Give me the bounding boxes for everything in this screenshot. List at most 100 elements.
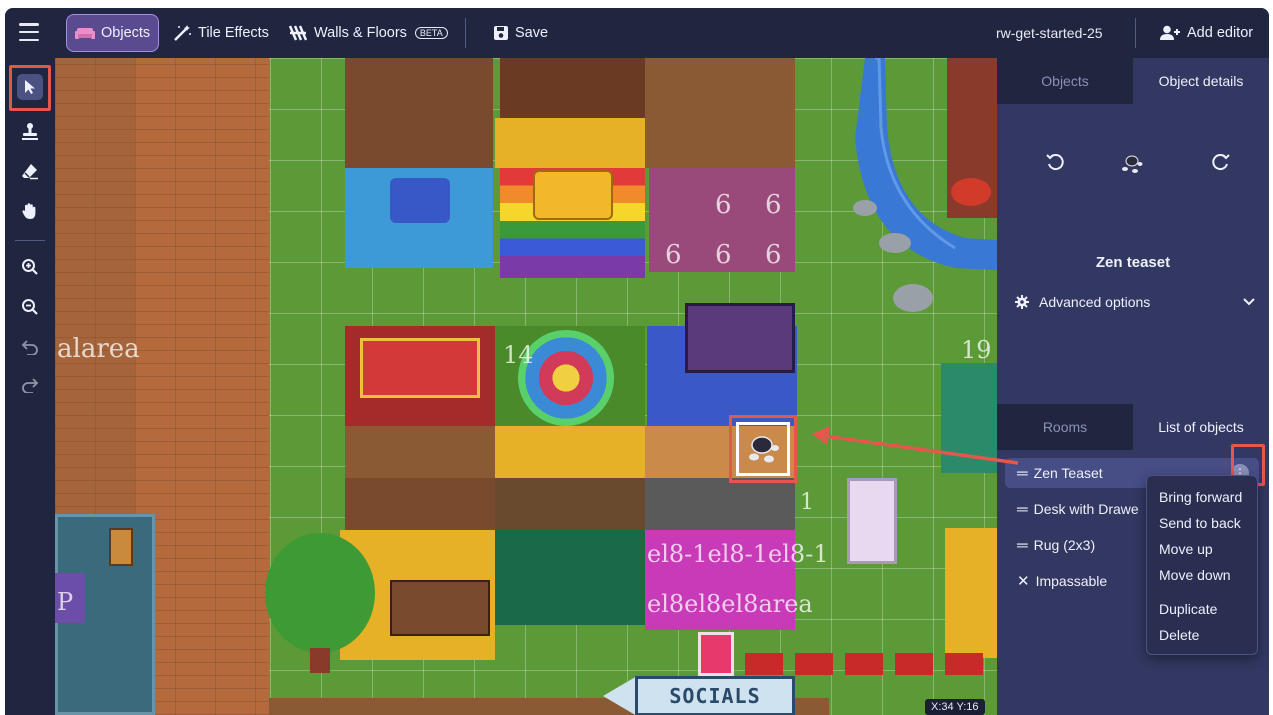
stamp-icon	[22, 123, 38, 140]
walls-floors-icon	[288, 25, 308, 41]
zoom-in-tool[interactable]	[17, 254, 43, 280]
objects-label: Objects	[101, 25, 151, 41]
green-rug-right	[941, 363, 997, 473]
object-preview	[1119, 152, 1145, 180]
top-toolbar: Objects Tile Effects Walls & Floors BETA…	[5, 8, 1269, 58]
object-details-panel: Zen teaset Advanced options	[997, 104, 1269, 404]
hamburger-menu-icon[interactable]	[19, 23, 39, 41]
select-tool[interactable]	[17, 74, 43, 100]
panel-tabs: Objects Object details	[997, 58, 1269, 104]
stamp-tool[interactable]	[17, 118, 43, 144]
rotate-left-icon	[1046, 154, 1064, 171]
objects-tab-button[interactable]: Objects	[66, 14, 160, 52]
label-18-row2: el8el8el8area	[647, 590, 813, 618]
add-user-icon	[1160, 25, 1180, 40]
pan-tool[interactable]	[17, 198, 43, 224]
zen-teaset-object[interactable]	[745, 430, 781, 466]
zoom-in-icon	[22, 259, 38, 275]
eraser-tool[interactable]	[17, 158, 43, 184]
tree-trunk	[310, 648, 330, 673]
tool-divider	[15, 240, 45, 241]
yellow-sofa	[533, 170, 613, 220]
tab-rooms[interactable]: Rooms	[997, 404, 1133, 450]
parking-sign	[698, 632, 734, 676]
undo-tool[interactable]	[17, 334, 43, 360]
left-toolbar	[5, 58, 55, 715]
add-editor-label: Add editor	[1187, 25, 1254, 41]
add-editor-button[interactable]: Add editor	[1151, 14, 1261, 52]
magic-wand-icon	[174, 25, 191, 41]
room-name: rw-get-started-25	[996, 25, 1103, 41]
desk-row-e	[495, 478, 645, 530]
zoom-out-tool[interactable]	[17, 294, 43, 320]
tree-canopy	[265, 533, 375, 653]
menu-item-duplicate[interactable]: Duplicate	[1159, 601, 1217, 617]
object-title: Zen teaset	[1095, 254, 1171, 271]
rotate-left-button[interactable]	[1045, 152, 1065, 178]
tile-effects-label: Tile Effects	[198, 25, 269, 41]
red-carpet	[360, 338, 480, 398]
drag-handle-icon: ═	[1017, 464, 1028, 482]
menu-item-bring-forward[interactable]: Bring forward	[1159, 489, 1242, 505]
app-window: Objects Tile Effects Walls & Floors BETA…	[5, 8, 1269, 715]
label-18-row1: el8-1el8-1el8-1	[647, 540, 829, 568]
sofa-icon	[75, 28, 95, 39]
menu-item-move-down[interactable]: Move down	[1159, 567, 1231, 583]
redo-icon	[22, 378, 39, 393]
shelf-top	[500, 58, 645, 118]
green-rug-lower	[495, 530, 645, 625]
zone-number-19: 19	[961, 336, 992, 364]
zone-number-14: 14	[503, 341, 534, 369]
red-cushion	[951, 178, 991, 206]
list-item-label: Zen Teaset	[1033, 465, 1103, 481]
hand-icon	[22, 203, 36, 219]
red-carts-row	[745, 653, 995, 675]
tab-object-details[interactable]: Object details	[1133, 58, 1269, 104]
map-canvas[interactable]: alarea P 6 6 6 6 6 19 14 1 el8-1el8-1el8…	[55, 58, 997, 715]
area-label-p: P	[57, 588, 74, 616]
rotate-right-icon	[1212, 154, 1230, 171]
cursor-coordinates: X:34 Y:16	[925, 699, 985, 715]
zone-number-1: 1	[800, 490, 814, 515]
menu-item-send-to-back[interactable]: Send to back	[1159, 515, 1241, 531]
zone-number: 6	[665, 240, 682, 270]
tab-objects[interactable]: Objects	[997, 58, 1133, 104]
blue-couch	[390, 178, 450, 223]
desk-row-f	[645, 478, 795, 530]
desk-area-right	[645, 58, 795, 168]
desk-row-a	[345, 426, 495, 478]
yellow-rug-right	[945, 528, 997, 658]
undo-icon	[21, 340, 38, 355]
gear-icon	[1015, 295, 1029, 309]
save-icon	[494, 26, 508, 40]
list-item-label: Rug (2x3)	[1033, 537, 1096, 553]
advanced-options-label: Advanced options	[1039, 294, 1151, 310]
menu-item-delete[interactable]: Delete	[1159, 627, 1199, 643]
area-label-left: alarea	[57, 334, 140, 364]
eraser-icon	[22, 164, 38, 180]
beta-badge: BETA	[414, 27, 448, 39]
save-button[interactable]: Save	[485, 14, 556, 52]
advanced-options-toggle[interactable]: Advanced options	[1015, 294, 1255, 310]
walls-floors-label: Walls & Floors	[314, 25, 407, 41]
save-label: Save	[515, 25, 549, 41]
list-item-label: Desk with Drawe	[1033, 501, 1139, 517]
zen-teaset-preview-icon	[1122, 155, 1143, 173]
drag-handle-icon: ═	[1017, 536, 1028, 554]
tile-effects-button[interactable]: Tile Effects	[164, 14, 277, 52]
bookshelf	[390, 580, 490, 636]
zone-number: 6	[715, 240, 732, 270]
rotate-right-button[interactable]	[1211, 152, 1231, 178]
toolbar-divider	[465, 18, 466, 48]
socials-signpost: SOCIALS	[635, 676, 795, 715]
toolbar-divider-right	[1135, 18, 1136, 48]
zone-number: 6	[765, 240, 782, 270]
drag-handle-icon: ═	[1017, 500, 1028, 518]
menu-item-move-up[interactable]: Move up	[1159, 541, 1213, 557]
chair-object	[109, 528, 133, 566]
walls-floors-button[interactable]: Walls & Floors BETA	[280, 14, 456, 52]
desk-area-top	[345, 58, 493, 168]
redo-tool[interactable]	[17, 372, 43, 398]
list-item-label: Impassable	[1035, 573, 1108, 589]
signpost-arrow	[603, 676, 637, 715]
